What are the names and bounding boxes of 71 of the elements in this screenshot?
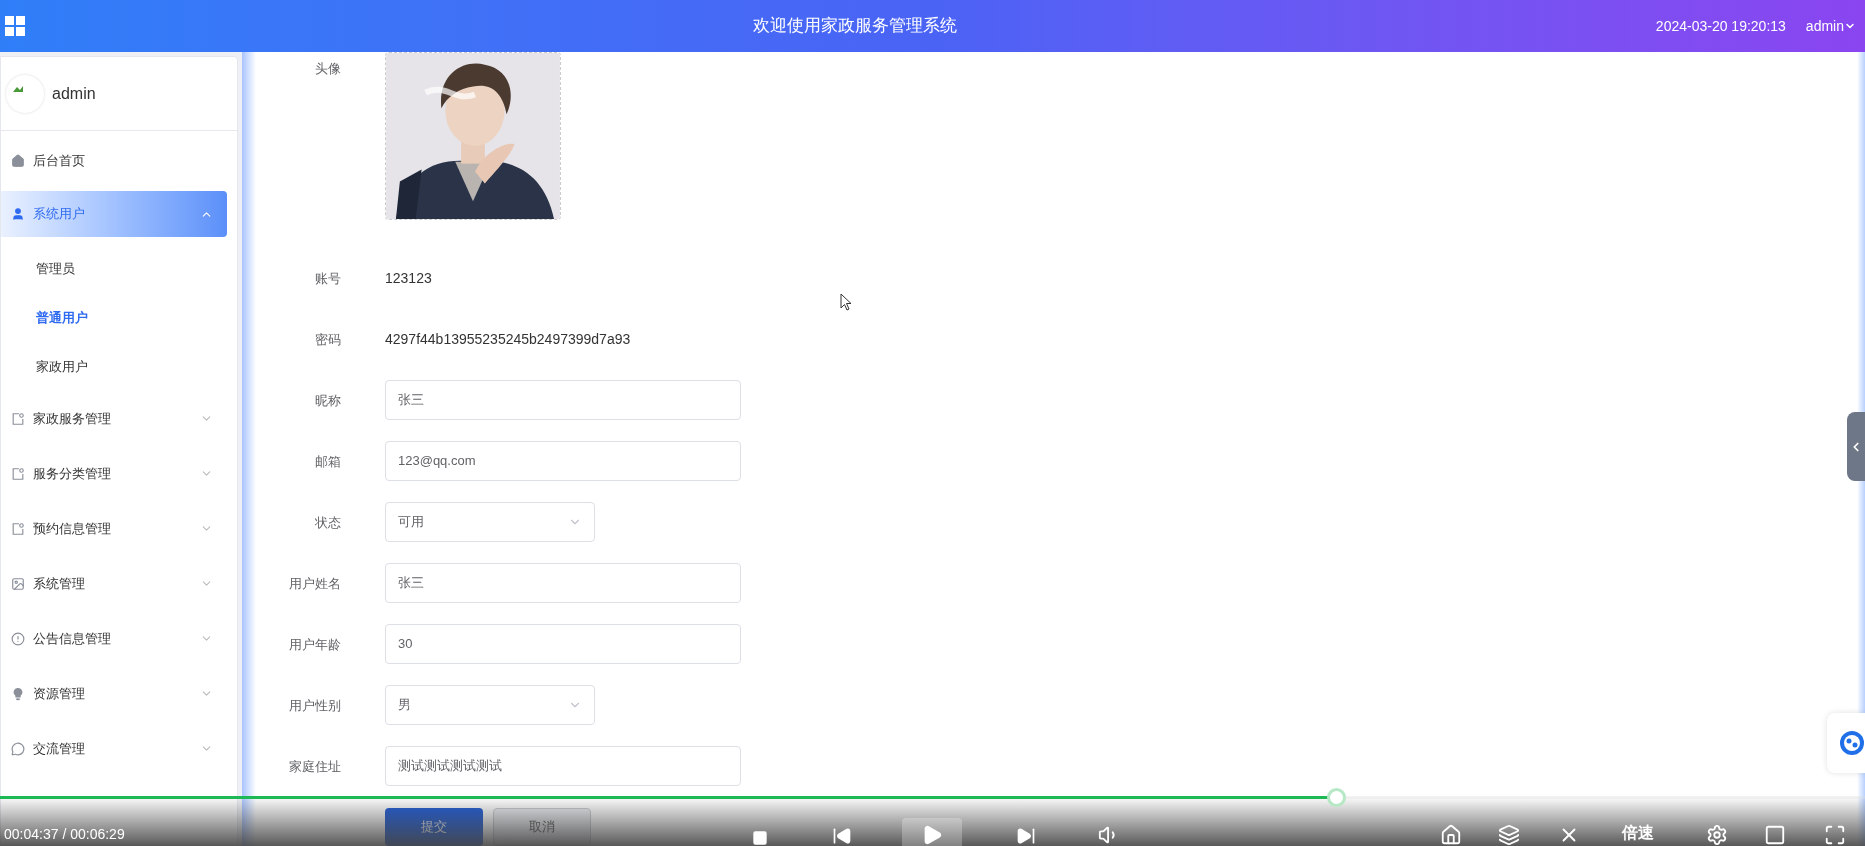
image-icon <box>11 576 25 591</box>
field-label: 头像 <box>315 61 341 76</box>
submenu-item[interactable]: 普通用户 <box>36 307 88 328</box>
input-field[interactable]: 123@qq.com <box>385 440 741 481</box>
menu-item[interactable]: 服务分类管理 <box>1 446 227 501</box>
menu-label: 系统用户 <box>33 205 85 224</box>
menu-label: 交流管理 <box>33 739 85 758</box>
select-field[interactable]: 男 <box>385 684 595 725</box>
field-value: 123123 <box>385 269 432 286</box>
previous-icon[interactable] <box>832 826 852 846</box>
user-menu[interactable]: admin <box>1805 15 1856 37</box>
menu-item[interactable]: 交流管理 <box>1 721 227 776</box>
speed-button[interactable]: 倍速 <box>1622 821 1654 845</box>
menu-item[interactable]: 预约信息管理 <box>1 501 227 556</box>
input-field[interactable]: 测试测试测试测试 <box>385 745 741 786</box>
menu-item[interactable]: 公告信息管理 <box>1 611 227 666</box>
menu-label: 家政服务管理 <box>33 409 111 428</box>
input-field[interactable]: 张三 <box>385 562 741 603</box>
layers-icon[interactable] <box>1498 824 1520 846</box>
input-field[interactable]: 张三 <box>385 379 741 420</box>
bulb-icon <box>11 686 25 701</box>
document-icon <box>11 521 25 536</box>
field-label: 用户姓名 <box>289 575 341 591</box>
menu-label: 服务分类管理 <box>33 464 111 483</box>
field-label: 家庭住址 <box>289 758 341 774</box>
menu-item[interactable]: 系统管理 <box>1 556 227 611</box>
menu-item[interactable]: 资源管理 <box>1 666 227 721</box>
field-label: 账号 <box>315 270 341 286</box>
menu-item[interactable]: 后台首页 <box>1 131 227 191</box>
submenu-item[interactable]: 管理员 <box>36 258 75 279</box>
menu-label: 资源管理 <box>33 684 85 703</box>
user-icon <box>11 207 25 221</box>
app-title: 欢迎使用家政服务管理系统 <box>753 15 958 38</box>
next-icon[interactable] <box>1016 826 1036 846</box>
datetime: 2024-03-20 19:20:13 <box>1655 16 1786 36</box>
select-field[interactable]: 可用 <box>385 501 595 542</box>
menu-label: 后台首页 <box>33 152 85 171</box>
menu-item[interactable]: 系统用户 <box>1 191 227 237</box>
menu-label: 公告信息管理 <box>33 629 111 648</box>
settings-icon[interactable] <box>1706 824 1728 846</box>
menu-item[interactable]: 家政服务管理 <box>1 391 227 446</box>
fullscreen-icon[interactable] <box>1824 824 1846 846</box>
field-label: 密码 <box>315 331 341 347</box>
logo-icon <box>1839 730 1865 756</box>
progress-track[interactable] <box>0 796 1865 799</box>
play-button[interactable] <box>902 818 962 846</box>
avatar-icon <box>6 74 44 113</box>
field-label: 状态 <box>315 514 341 530</box>
field-label: 邮箱 <box>315 453 341 469</box>
menu-label: 预约信息管理 <box>33 519 111 538</box>
home-icon[interactable] <box>1440 824 1462 846</box>
sidebar-username: admin <box>52 83 96 104</box>
time-display: 00:04:37 / 00:06:29 <box>4 825 125 844</box>
document-icon <box>11 466 25 481</box>
stop-icon[interactable] <box>752 830 768 846</box>
chat-icon <box>11 741 25 756</box>
field-label: 昵称 <box>315 392 341 408</box>
field-label: 用户性别 <box>289 697 341 713</box>
submenu-item[interactable]: 家政用户 <box>36 356 88 377</box>
floating-widget[interactable] <box>1827 713 1865 773</box>
menu-label: 系统管理 <box>33 574 85 593</box>
document-icon <box>11 411 25 426</box>
field-label: 用户年龄 <box>289 636 341 652</box>
field-value: 4297f44b13955235245b2497399d7a93 <box>385 330 631 347</box>
grid-menu-icon[interactable] <box>5 16 25 36</box>
input-field[interactable]: 30 <box>385 623 741 664</box>
cursor-icon <box>840 293 852 311</box>
side-tab[interactable] <box>1847 412 1865 481</box>
alert-icon <box>11 631 25 646</box>
home-icon <box>11 154 25 168</box>
window-icon[interactable] <box>1764 824 1786 846</box>
